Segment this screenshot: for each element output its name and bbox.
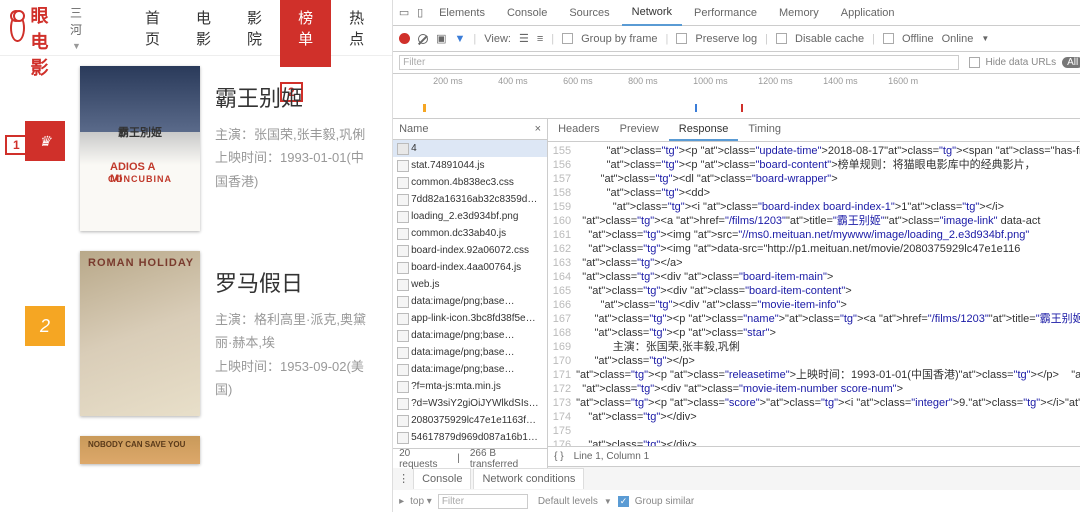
logo-icon — [10, 14, 25, 42]
movie-release: 上映时间：1993-01-01(中国香港) — [215, 146, 367, 193]
group-checkbox[interactable] — [562, 33, 573, 44]
request-item[interactable]: data:image/png;base… — [393, 293, 547, 310]
console-icon[interactable]: ▸ — [399, 496, 404, 507]
request-item[interactable]: 7dd82a16316ab32c8359debd… — [393, 191, 547, 208]
rank-badge: ♛ — [25, 121, 65, 161]
tab-elements[interactable]: Elements — [429, 1, 495, 25]
nav-hot[interactable]: 热点 — [331, 0, 382, 67]
view-label: View: — [484, 33, 511, 45]
tab-performance[interactable]: Performance — [684, 1, 767, 25]
drawer-tab-console[interactable]: Console — [413, 468, 471, 489]
request-item[interactable]: ?f=mta-js:mta.min.js — [393, 378, 547, 395]
request-item[interactable]: data:image/png;base… — [393, 327, 547, 344]
drawer-menu-icon[interactable]: ⋮ — [397, 472, 411, 486]
network-filter-bar: Filter Hide data URLs All XHR JS CSS Img… — [393, 52, 1080, 74]
inspect-icon[interactable]: ▭ — [397, 6, 411, 20]
tab-memory[interactable]: Memory — [769, 1, 829, 25]
network-body: Name × 4 stat.74891044.js common.4b838ec… — [393, 119, 1080, 466]
device-icon[interactable]: ▯ — [413, 6, 427, 20]
nav-home[interactable]: 首页 — [127, 0, 178, 67]
movie-list: 1 2 3 ♛ 霸王別姬 ADIOS A MI CONCUBINA 霸王别姬 主… — [0, 56, 392, 474]
devtools-pane: ▭ ▯ Elements Console Sources Network Per… — [393, 0, 1080, 512]
website-pane: 猫眼电影 三河▼ 首页 电影 影院 榜单 热点 1 2 3 ♛ 霸王別姬 ADI… — [0, 0, 393, 512]
request-item[interactable]: 54617879d969d087a16b1804285… — [393, 429, 547, 446]
cursor-status: { }Line 1, Column 1 — [548, 446, 1080, 466]
response-source[interactable]: 1 2 3 155 "at">class="tg"><p "at">class=… — [548, 142, 1080, 446]
request-item[interactable]: data:image/png;base… — [393, 344, 547, 361]
record-icon[interactable] — [399, 33, 410, 44]
request-item[interactable]: board-index.92a06072.css — [393, 242, 547, 259]
nav-cinema[interactable]: 影院 — [229, 0, 280, 67]
request-item[interactable]: stat.74891044.js — [393, 157, 547, 174]
nav-menu: 首页 电影 影院 榜单 热点 — [127, 0, 382, 67]
request-item[interactable]: 4 — [393, 140, 547, 157]
request-list: Name × 4 stat.74891044.js common.4b838ec… — [393, 119, 548, 466]
filter-all[interactable]: All — [1062, 57, 1080, 68]
request-item[interactable]: common.dc33ab40.js — [393, 225, 547, 242]
clear-icon[interactable] — [418, 34, 428, 44]
request-item[interactable]: loading_2.e3d934bf.png — [393, 208, 547, 225]
request-list-header: Name × — [393, 119, 547, 140]
movie-title[interactable]: 罗马假日 — [215, 266, 367, 298]
drawer-tabs: ⋮ Console Network conditions × — [393, 466, 1080, 490]
movie-title[interactable]: 霸王别姬 — [215, 81, 367, 113]
nav-board[interactable]: 榜单 — [280, 0, 331, 67]
movie-info: 霸王别姬 主演：张国荣,张丰毅,巩俐 上映时间：1993-01-01(中国香港) — [215, 66, 367, 193]
response-panel: Headers Preview Response Timing 1 2 3 15… — [548, 119, 1080, 466]
drawer-toolbar: ▸ top ▾ Filter Default levels▼ Group sim… — [393, 490, 1080, 512]
movie-info: 罗马假日 主演：格利高里·派克,奥黛丽·赫本,埃 上映时间：1953-09-02… — [215, 251, 367, 402]
network-timeline[interactable]: 200 ms 400 ms 600 ms 800 ms 1000 ms 1200… — [393, 74, 1080, 119]
movie-release: 上映时间：1953-09-02(美国) — [215, 355, 367, 402]
preserve-checkbox[interactable] — [676, 33, 687, 44]
tab-application[interactable]: Application — [831, 1, 905, 25]
request-item[interactable]: web.js — [393, 276, 547, 293]
city-selector[interactable]: 三河▼ — [70, 4, 82, 52]
disable-cache-checkbox[interactable] — [776, 33, 787, 44]
chevron-down-icon[interactable]: ▼ — [981, 34, 989, 43]
close-icon[interactable]: × — [535, 123, 541, 135]
hide-urls-checkbox[interactable] — [969, 57, 980, 68]
site-nav: 猫眼电影 三河▼ 首页 电影 影院 榜单 热点 — [0, 0, 392, 56]
view-large-icon[interactable]: ☰ — [519, 32, 529, 45]
rank-badge: 2 — [25, 306, 65, 346]
movie-stars: 主演：格利高里·派克,奥黛丽·赫本,埃 — [215, 308, 367, 355]
movie-poster[interactable]: ROMAN HOLIDAY — [80, 251, 200, 416]
movie-row: 2 ROMAN HOLIDAY 罗马假日 主演：格利高里·派克,奥黛丽·赫本,埃… — [25, 251, 367, 416]
filter-input[interactable]: Filter — [399, 55, 958, 70]
request-item[interactable]: common.4b838ec3.css — [393, 174, 547, 191]
movie-row: ♛ 霸王別姬 ADIOS A MI CONCUBINA 霸王别姬 主演：张国荣,… — [25, 66, 367, 231]
levels-selector[interactable]: Default levels — [538, 496, 598, 507]
resp-tab-response[interactable]: Response — [669, 119, 739, 141]
response-tabs: Headers Preview Response Timing — [548, 119, 1080, 142]
request-item[interactable]: data:image/png;base… — [393, 361, 547, 378]
chevron-down-icon: ▼ — [72, 41, 81, 51]
request-item[interactable]: ?d=W3siY2giOiJYWlkdSIsInNj… — [393, 395, 547, 412]
filter-icon[interactable]: ▼ — [455, 33, 466, 45]
request-item[interactable]: board-index.4aa00764.js — [393, 259, 547, 276]
camera-icon[interactable]: ▣ — [436, 32, 446, 45]
network-status: 20 requests | 266 B transferred — [393, 448, 548, 468]
nav-movie[interactable]: 电影 — [178, 0, 229, 67]
tab-sources[interactable]: Sources — [559, 1, 619, 25]
group-similar-checkbox[interactable] — [618, 496, 629, 507]
network-toolbar: ▣ ▼ | View: ☰ ≡ | Group by frame | Prese… — [393, 26, 1080, 52]
devtools-tabs: ▭ ▯ Elements Console Sources Network Per… — [393, 0, 1080, 26]
context-selector[interactable]: top ▾ — [410, 496, 432, 507]
resp-tab-preview[interactable]: Preview — [610, 119, 669, 141]
console-filter[interactable]: Filter — [438, 494, 528, 509]
tab-console[interactable]: Console — [497, 1, 557, 25]
offline-checkbox[interactable] — [883, 33, 894, 44]
crown-icon: ♛ — [39, 133, 52, 150]
drawer-tab-netcond[interactable]: Network conditions — [473, 468, 584, 489]
movie-row: NOBODY CAN SAVE YOU — [25, 436, 367, 464]
tab-network[interactable]: Network — [622, 0, 682, 26]
movie-poster[interactable]: NOBODY CAN SAVE YOU — [80, 436, 200, 464]
request-item[interactable]: app-link-icon.3bc8fd38f5eb0c… — [393, 310, 547, 327]
resp-tab-timing[interactable]: Timing — [738, 119, 791, 141]
view-small-icon[interactable]: ≡ — [537, 33, 543, 45]
movie-poster[interactable]: 霸王別姬 ADIOS A MI CONCUBINA — [80, 66, 200, 231]
resp-tab-headers[interactable]: Headers — [548, 119, 610, 141]
request-item[interactable]: 2080375929lc47e1e1163f19… — [393, 412, 547, 429]
movie-stars: 主演：张国荣,张丰毅,巩俐 — [215, 123, 367, 146]
